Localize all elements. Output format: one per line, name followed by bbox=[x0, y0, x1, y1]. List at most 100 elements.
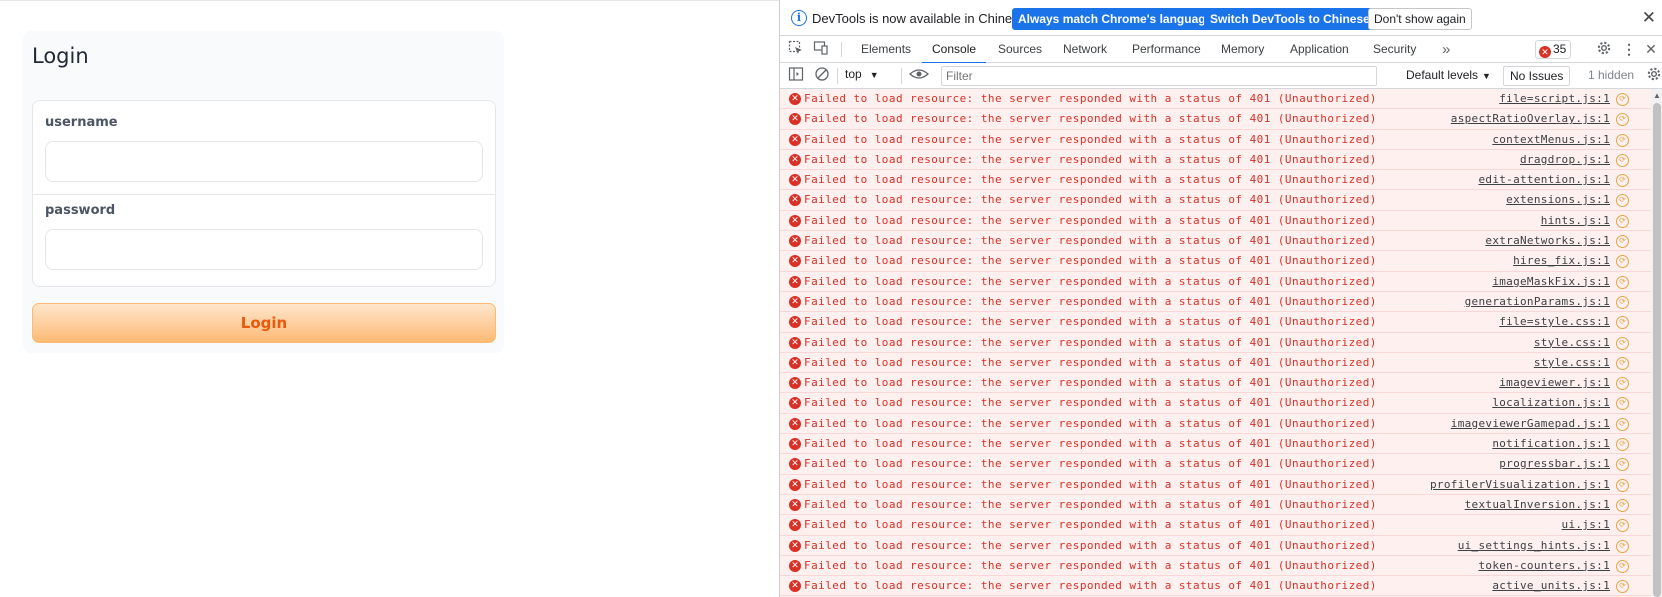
more-tabs-icon[interactable]: » bbox=[1442, 36, 1450, 63]
switch-to-chinese-button[interactable]: Switch DevTools to Chinese bbox=[1204, 8, 1376, 30]
console-message-source-link[interactable]: edit-attention.js:1 bbox=[1478, 173, 1610, 186]
console-message-row[interactable]: ✕ Failed to load resource: the server res… bbox=[780, 413, 1651, 435]
open-in-sources-icon[interactable]: ⟳ bbox=[1616, 153, 1629, 167]
console-settings-gear-icon[interactable] bbox=[1645, 66, 1662, 84]
tab-application[interactable]: Application bbox=[1290, 36, 1349, 63]
console-message-row[interactable]: ✕ Failed to load resource: the server res… bbox=[780, 434, 1651, 455]
console-message-row[interactable]: ✕ Failed to load resource: the server res… bbox=[780, 576, 1651, 597]
console-message-source-link[interactable]: aspectRatioOverlay.js:1 bbox=[1451, 112, 1610, 125]
console-message-row[interactable]: ✕ Failed to load resource: the server res… bbox=[780, 494, 1651, 516]
password-input[interactable] bbox=[45, 229, 483, 270]
console-message-source-link[interactable]: dragdrop.js:1 bbox=[1520, 153, 1610, 166]
open-in-sources-icon[interactable]: ⟳ bbox=[1616, 93, 1629, 106]
open-in-sources-icon[interactable]: ⟳ bbox=[1616, 194, 1629, 208]
console-message-source-link[interactable]: generationParams.js:1 bbox=[1465, 295, 1610, 308]
console-message-source-link[interactable]: imageMaskFix.js:1 bbox=[1492, 275, 1610, 288]
open-in-sources-icon[interactable]: ⟳ bbox=[1616, 214, 1629, 228]
tab-memory[interactable]: Memory bbox=[1221, 36, 1264, 63]
context-selector[interactable]: top ▼ bbox=[845, 67, 879, 81]
scroll-up-arrow-icon[interactable]: ▲ bbox=[1653, 91, 1661, 100]
close-devtools-icon[interactable]: ✕ bbox=[1642, 40, 1660, 58]
console-message-source-link[interactable]: imageviewerGamepad.js:1 bbox=[1451, 417, 1610, 430]
console-message-source-link[interactable]: extraNetworks.js:1 bbox=[1485, 234, 1610, 247]
open-in-sources-icon[interactable]: ⟳ bbox=[1616, 174, 1629, 188]
open-in-sources-icon[interactable]: ⟳ bbox=[1616, 519, 1629, 533]
console-message-source-link[interactable]: style.css:1 bbox=[1534, 356, 1610, 369]
console-message-row[interactable]: ✕ Failed to load resource: the server res… bbox=[780, 109, 1651, 130]
always-match-language-button[interactable]: Always match Chrome's language bbox=[1012, 8, 1219, 30]
open-in-sources-icon[interactable]: ⟳ bbox=[1616, 580, 1629, 594]
console-message-row[interactable]: ✕ Failed to load resource: the server res… bbox=[780, 89, 1651, 110]
tab-console[interactable]: Console bbox=[921, 36, 987, 64]
log-levels-dropdown[interactable]: Default levels ▼ bbox=[1406, 68, 1491, 82]
open-in-sources-icon[interactable]: ⟳ bbox=[1616, 295, 1629, 309]
close-icon[interactable]: ✕ bbox=[1642, 8, 1656, 28]
open-in-sources-icon[interactable]: ⟳ bbox=[1616, 336, 1629, 350]
console-message-source-link[interactable]: hints.js:1 bbox=[1541, 214, 1610, 227]
console-message-source-link[interactable]: ui.js:1 bbox=[1562, 518, 1610, 531]
console-message-row[interactable]: ✕ Failed to load resource: the server res… bbox=[780, 149, 1651, 171]
settings-gear-icon[interactable] bbox=[1595, 40, 1613, 58]
console-message-row[interactable]: ✕ Failed to load resource: the server res… bbox=[780, 190, 1651, 211]
console-message-source-link[interactable]: active_units.js:1 bbox=[1492, 579, 1610, 592]
open-in-sources-icon[interactable]: ⟳ bbox=[1616, 356, 1629, 370]
console-message-source-link[interactable]: file=script.js:1 bbox=[1499, 92, 1610, 105]
console-message-row[interactable]: ✕ Failed to load resource: the server res… bbox=[780, 555, 1651, 577]
console-message-source-link[interactable]: contextMenus.js:1 bbox=[1492, 133, 1610, 146]
console-scrollbar[interactable]: ▲ bbox=[1651, 89, 1662, 597]
console-message-source-link[interactable]: style.css:1 bbox=[1534, 336, 1610, 349]
error-count-badge[interactable]: ✕ 35 bbox=[1535, 40, 1572, 59]
clear-console-icon[interactable] bbox=[813, 66, 831, 84]
open-in-sources-icon[interactable]: ⟳ bbox=[1616, 498, 1629, 512]
tab-security[interactable]: Security bbox=[1373, 36, 1416, 63]
console-message-source-link[interactable]: extensions.js:1 bbox=[1506, 193, 1610, 206]
console-message-row[interactable]: ✕ Failed to load resource: the server res… bbox=[780, 515, 1651, 536]
console-message-row[interactable]: ✕ Failed to load resource: the server res… bbox=[780, 393, 1651, 414]
open-in-sources-icon[interactable]: ⟳ bbox=[1616, 235, 1629, 249]
console-message-row[interactable]: ✕ Failed to load resource: the server res… bbox=[780, 210, 1651, 232]
tab-elements[interactable]: Elements bbox=[861, 36, 911, 63]
open-in-sources-icon[interactable]: ⟳ bbox=[1616, 458, 1629, 472]
console-message-row[interactable]: ✕ Failed to load resource: the server res… bbox=[780, 474, 1651, 495]
console-message-source-link[interactable]: imageviewer.js:1 bbox=[1499, 376, 1610, 389]
open-in-sources-icon[interactable]: ⟳ bbox=[1616, 255, 1629, 269]
open-in-sources-icon[interactable]: ⟳ bbox=[1616, 417, 1629, 431]
tab-sources[interactable]: Sources bbox=[998, 36, 1042, 63]
console-message-row[interactable]: ✕ Failed to load resource: the server res… bbox=[780, 312, 1651, 333]
console-message-row[interactable]: ✕ Failed to load resource: the server res… bbox=[780, 129, 1651, 150]
open-in-sources-icon[interactable]: ⟳ bbox=[1616, 113, 1629, 127]
console-message-row[interactable]: ✕ Failed to load resource: the server res… bbox=[780, 291, 1651, 313]
tab-performance[interactable]: Performance bbox=[1132, 36, 1201, 63]
inspect-element-icon[interactable] bbox=[787, 40, 805, 58]
tab-network[interactable]: Network bbox=[1063, 36, 1107, 63]
open-in-sources-icon[interactable]: ⟳ bbox=[1616, 397, 1629, 411]
open-in-sources-icon[interactable]: ⟳ bbox=[1616, 559, 1629, 573]
console-message-source-link[interactable]: hires_fix.js:1 bbox=[1513, 254, 1610, 267]
console-message-row[interactable]: ✕ Failed to load resource: the server res… bbox=[780, 251, 1651, 272]
console-message-source-link[interactable]: file=style.css:1 bbox=[1499, 315, 1610, 328]
console-message-row[interactable]: ✕ Failed to load resource: the server res… bbox=[780, 271, 1651, 292]
console-message-row[interactable]: ✕ Failed to load resource: the server res… bbox=[780, 352, 1651, 374]
more-options-icon[interactable]: ⋮ bbox=[1620, 40, 1638, 58]
sidebar-toggle-icon[interactable] bbox=[787, 66, 805, 84]
issues-button[interactable]: No Issues bbox=[1503, 66, 1571, 86]
console-message-row[interactable]: ✕ Failed to load resource: the server res… bbox=[780, 373, 1651, 394]
dont-show-again-button[interactable]: Don't show again bbox=[1368, 8, 1472, 30]
open-in-sources-icon[interactable]: ⟳ bbox=[1616, 275, 1629, 289]
console-message-source-link[interactable]: profilerVisualization.js:1 bbox=[1430, 478, 1610, 491]
console-message-row[interactable]: ✕ Failed to load resource: the server res… bbox=[780, 332, 1651, 353]
filter-input[interactable] bbox=[941, 66, 1377, 86]
console-message-row[interactable]: ✕ Failed to load resource: the server res… bbox=[780, 231, 1651, 252]
console-messages[interactable]: ✕ Failed to load resource: the server res… bbox=[780, 89, 1651, 597]
open-in-sources-icon[interactable]: ⟳ bbox=[1616, 133, 1629, 147]
console-message-source-link[interactable]: progressbar.js:1 bbox=[1499, 457, 1610, 470]
open-in-sources-icon[interactable]: ⟳ bbox=[1616, 478, 1629, 492]
live-expression-eye-icon[interactable] bbox=[907, 66, 931, 84]
open-in-sources-icon[interactable]: ⟳ bbox=[1616, 377, 1629, 391]
open-in-sources-icon[interactable]: ⟳ bbox=[1616, 438, 1629, 452]
device-toolbar-icon[interactable] bbox=[812, 40, 830, 58]
open-in-sources-icon[interactable]: ⟳ bbox=[1616, 539, 1629, 553]
console-message-source-link[interactable]: ui_settings_hints.js:1 bbox=[1458, 539, 1610, 552]
console-message-row[interactable]: ✕ Failed to load resource: the server res… bbox=[780, 535, 1651, 556]
console-message-source-link[interactable]: notification.js:1 bbox=[1492, 437, 1610, 450]
